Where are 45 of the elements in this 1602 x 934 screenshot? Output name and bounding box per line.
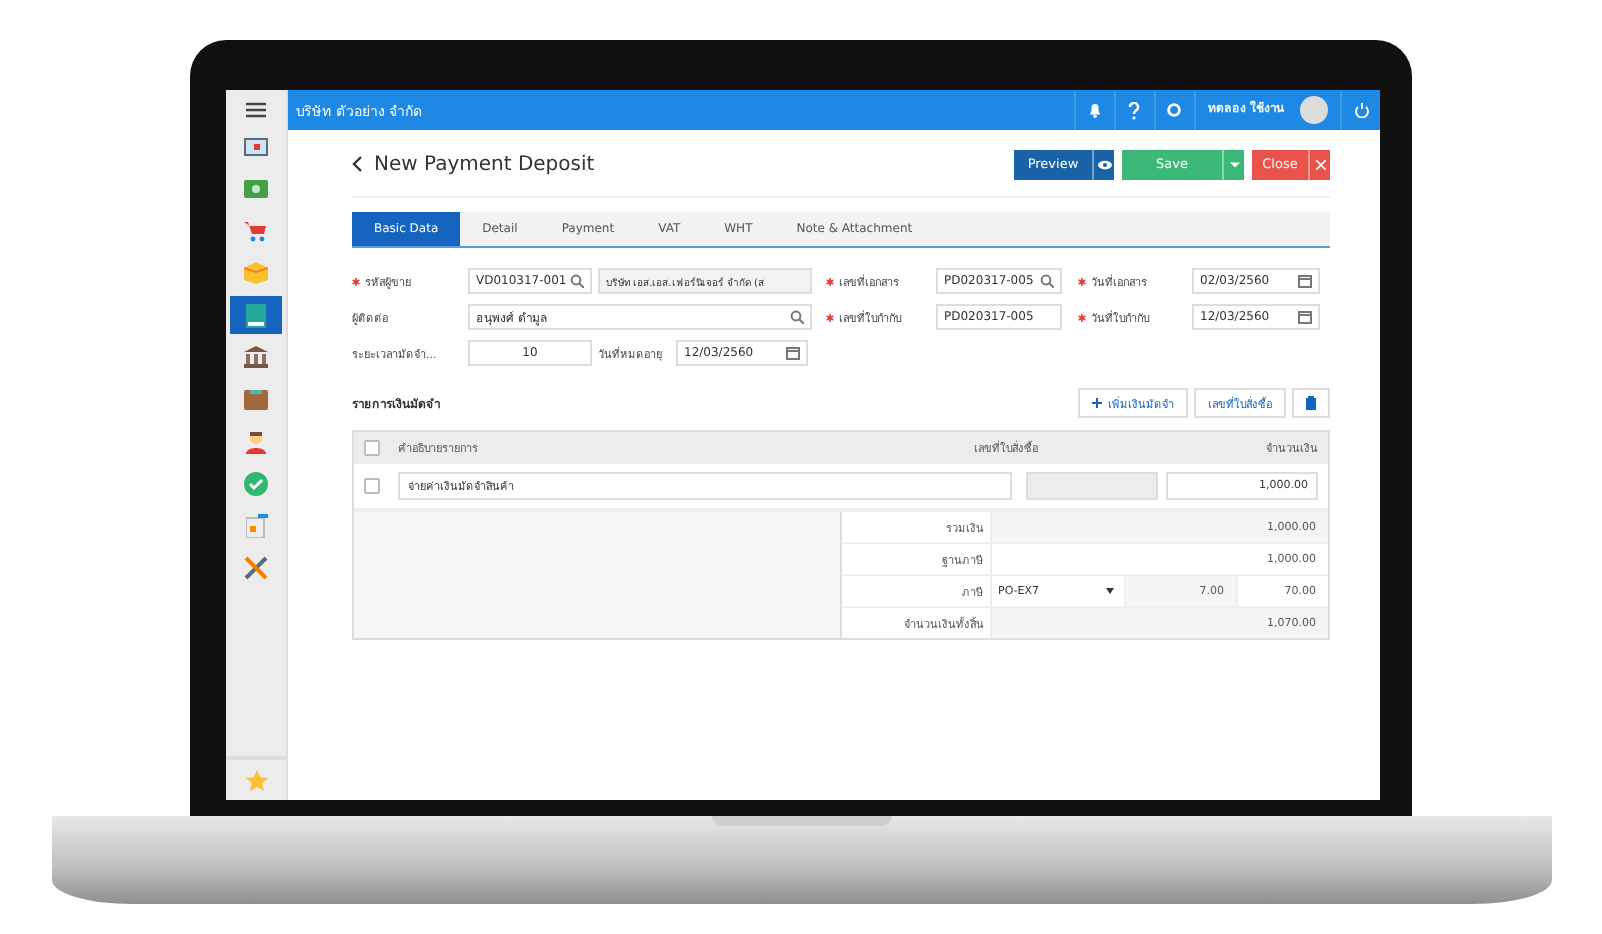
calendar-icon[interactable] <box>1298 310 1312 324</box>
search-icon[interactable] <box>570 274 584 288</box>
power-icon[interactable] <box>1353 102 1369 118</box>
eye-icon <box>1097 159 1111 169</box>
required-icon <box>1078 313 1086 322</box>
bank-icon <box>244 346 268 368</box>
tools-icon <box>244 555 268 579</box>
cart-icon <box>244 220 268 242</box>
settings-icon[interactable] <box>1166 102 1183 118</box>
star-icon[interactable] <box>245 769 267 791</box>
book-icon <box>246 303 266 327</box>
wallet-icon <box>244 389 268 409</box>
person-icon <box>244 429 268 453</box>
check-icon <box>244 471 268 495</box>
page-title: New Payment Deposit <box>374 153 595 175</box>
close-button[interactable] <box>1308 149 1330 179</box>
calendar-icon[interactable] <box>1298 274 1312 288</box>
caret-icon <box>1229 161 1239 167</box>
trash-icon <box>1306 396 1316 410</box>
checkbox[interactable] <box>364 478 380 494</box>
delete-button[interactable] <box>1292 388 1330 418</box>
search-icon[interactable] <box>1040 274 1054 288</box>
calendar-icon[interactable] <box>786 346 800 360</box>
bell-icon[interactable] <box>1087 102 1102 118</box>
checkbox[interactable] <box>364 440 380 456</box>
document-icon <box>245 513 267 537</box>
help-icon[interactable] <box>1128 101 1141 119</box>
required-icon <box>826 313 834 322</box>
dropdown-button[interactable] <box>1222 149 1244 179</box>
caret-icon <box>1106 588 1114 594</box>
box-icon <box>244 262 268 284</box>
sidebar-item[interactable] <box>230 296 282 334</box>
view-button[interactable] <box>1092 149 1114 179</box>
back-icon[interactable] <box>352 156 362 172</box>
search-icon[interactable] <box>790 310 804 324</box>
monitor-icon <box>244 137 268 157</box>
required-icon <box>352 277 360 286</box>
required-icon <box>826 277 834 286</box>
plus-icon <box>1092 398 1102 408</box>
close-icon <box>1315 159 1325 169</box>
banknote-icon <box>244 180 268 198</box>
avatar[interactable] <box>1300 96 1328 124</box>
required-icon <box>1078 277 1086 286</box>
purchase-order-field[interactable] <box>1026 472 1158 500</box>
menu-icon[interactable] <box>246 102 266 118</box>
